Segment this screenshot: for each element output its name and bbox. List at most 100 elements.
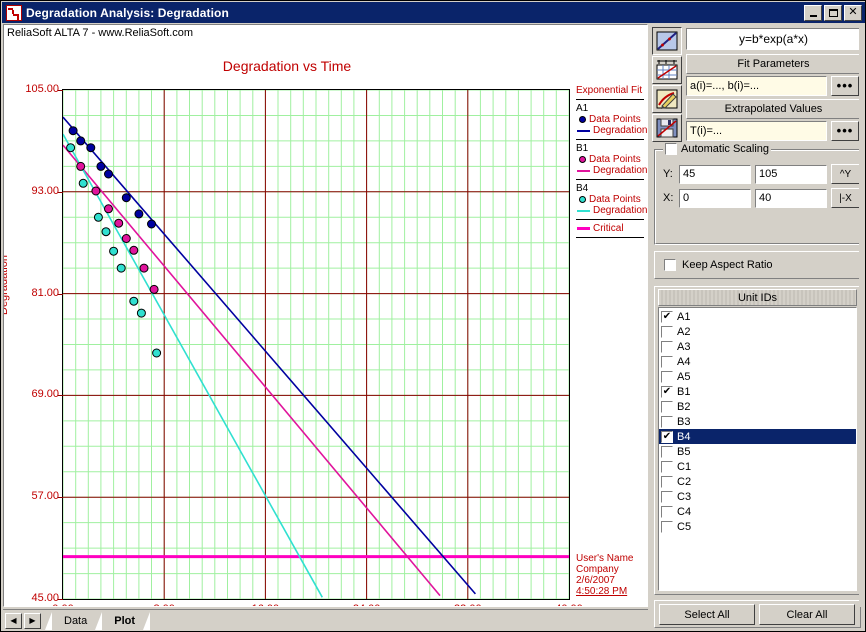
unit-checkbox[interactable]: ✔ — [661, 311, 673, 323]
save-plot-icon[interactable] — [652, 114, 682, 142]
unit-checkbox[interactable]: ✔ — [661, 386, 673, 398]
x-max-input[interactable]: 40 — [755, 189, 827, 208]
plot-footer: User's Name Company 2/6/2007 4:50:28 PM — [576, 553, 648, 597]
unit-list-item[interactable]: C3 — [659, 489, 856, 504]
fit-parameters-value[interactable]: a(i)=..., b(i)=... — [686, 76, 827, 96]
x-autoscale-button[interactable]: |-X — [831, 188, 860, 208]
unit-ids-list[interactable]: ✔ A1A2 A3 A4 A5✔B1 B2 B3 ✔ B4B5C1 C2 C3C4C5 — [658, 307, 857, 591]
footer-time: 4:50:28 PM — [576, 586, 648, 597]
y-axis-tick-mark — [58, 192, 63, 193]
y-axis-label: Degradation — [3, 255, 10, 315]
sheet-tab-plot[interactable]: Plot — [102, 612, 144, 630]
sheet-tab-data[interactable]: Data — [52, 612, 96, 630]
legend-line-label: Degradation — [593, 125, 647, 136]
unit-checkbox[interactable] — [661, 371, 673, 383]
fit-parameters-header-row: Fit Parameters — [686, 54, 861, 74]
unit-label: C2 — [677, 476, 691, 488]
tab-scroll-next-button[interactable]: ▶ — [24, 613, 41, 629]
edit-plot-icon[interactable] — [652, 85, 682, 113]
tab-separator — [95, 612, 102, 630]
fit-parameters-more-button[interactable]: ••• — [831, 76, 859, 96]
unit-list-item[interactable]: C4 — [659, 504, 856, 519]
unit-label: A1 — [677, 311, 690, 323]
fit-parameters-row: a(i)=..., b(i)=... ••• — [686, 76, 861, 96]
equation-field-row: y=b*exp(a*x) — [686, 28, 861, 50]
unit-checkbox[interactable] — [661, 341, 673, 353]
plot-area[interactable] — [62, 89, 570, 600]
unit-list-item[interactable]: ✔ A1 — [659, 309, 856, 324]
legend-divider — [576, 219, 644, 220]
extrapolated-values-row: T(i)=... ••• — [686, 121, 861, 141]
legend-point-marker-icon — [579, 196, 586, 203]
legend-series-name: A1 — [576, 103, 648, 114]
legend-critical-label: Critical — [593, 223, 624, 234]
unit-label: B2 — [677, 401, 690, 413]
x-axis-row-label: X: — [663, 192, 675, 204]
unit-label: B3 — [677, 416, 690, 428]
automatic-scaling-checkbox[interactable] — [665, 143, 677, 155]
legend-line-row: Degradation — [576, 205, 648, 216]
unit-label: B4 — [677, 431, 690, 443]
extrapolated-values-more-button[interactable]: ••• — [831, 121, 859, 141]
clear-all-button[interactable]: Clear All — [759, 604, 855, 625]
unit-actions-group: Select All Clear All — [654, 600, 861, 628]
unit-list-item[interactable]: B2 — [659, 399, 856, 414]
plot-panel: ReliaSoft ALTA 7 - www.ReliaSoft.com Deg… — [3, 24, 648, 607]
unit-checkbox[interactable] — [661, 416, 673, 428]
y-axis-tick-label: 105.00 — [3, 83, 59, 95]
extrapolated-values-value[interactable]: T(i)=... — [686, 121, 827, 141]
keep-aspect-ratio-checkbox[interactable] — [664, 259, 676, 271]
unit-ids-header: Unit IDs — [658, 289, 857, 306]
unit-label: A3 — [677, 341, 690, 353]
maximize-button[interactable] — [824, 5, 842, 21]
unit-list-item[interactable]: A2 — [659, 324, 856, 339]
x-axis-tick-label: 32.00 — [438, 603, 498, 607]
tab-scroll-prev-button[interactable]: ◀ — [5, 613, 22, 629]
unit-checkbox[interactable] — [661, 401, 673, 413]
equation-field[interactable]: y=b*exp(a*x) — [686, 28, 861, 50]
y-autoscale-button[interactable]: ^Y — [831, 164, 860, 184]
legend-divider — [576, 179, 644, 180]
grid-setup-icon[interactable] — [652, 56, 682, 84]
unit-checkbox[interactable] — [661, 326, 673, 338]
unit-checkbox[interactable] — [661, 491, 673, 503]
x-axis-tick-label: 16.00 — [235, 603, 295, 607]
unit-checkbox[interactable]: ✔ — [661, 431, 673, 443]
keep-aspect-ratio-label: Keep Aspect Ratio — [682, 259, 773, 271]
unit-checkbox[interactable] — [661, 506, 673, 518]
window-controls: ✕ — [804, 5, 862, 21]
y-axis-tick-mark — [58, 90, 63, 91]
select-all-button[interactable]: Select All — [659, 604, 755, 625]
close-button[interactable]: ✕ — [844, 5, 862, 21]
unit-list-item[interactable]: C5 — [659, 519, 856, 534]
degradation-chart-icon — [6, 5, 22, 21]
unit-list-item[interactable]: B5 — [659, 444, 856, 459]
unit-checkbox[interactable] — [661, 461, 673, 473]
unit-list-item[interactable]: B3 — [659, 414, 856, 429]
unit-list-item[interactable]: A5 — [659, 369, 856, 384]
unit-list-item[interactable]: ✔ B4 — [659, 429, 856, 444]
plot-view-icon[interactable] — [652, 27, 682, 55]
y-max-input[interactable]: 105 — [755, 165, 827, 184]
tab-list: Data Plot — [41, 612, 150, 630]
legend-points-row: Data Points — [576, 154, 648, 165]
minimize-button[interactable] — [804, 5, 822, 21]
unit-checkbox[interactable] — [661, 446, 673, 458]
y-min-input[interactable]: 45 — [679, 165, 751, 184]
unit-checkbox[interactable] — [661, 521, 673, 533]
x-min-input[interactable]: 0 — [679, 189, 751, 208]
unit-checkbox[interactable] — [661, 356, 673, 368]
unit-list-item[interactable]: C2 — [659, 474, 856, 489]
unit-label: A4 — [677, 356, 690, 368]
unit-list-item[interactable]: A3 — [659, 339, 856, 354]
legend-points-row: Data Points — [576, 114, 648, 125]
unit-checkbox[interactable] — [661, 476, 673, 488]
unit-list-item[interactable]: A4 — [659, 354, 856, 369]
unit-list-item[interactable]: C1 — [659, 459, 856, 474]
legend-line-label: Degradation — [593, 165, 647, 176]
unit-label: A5 — [677, 371, 690, 383]
legend-line-row: Degradation — [576, 125, 648, 136]
tab-separator — [143, 612, 150, 630]
unit-label: C3 — [677, 491, 691, 503]
unit-list-item[interactable]: ✔B1 — [659, 384, 856, 399]
